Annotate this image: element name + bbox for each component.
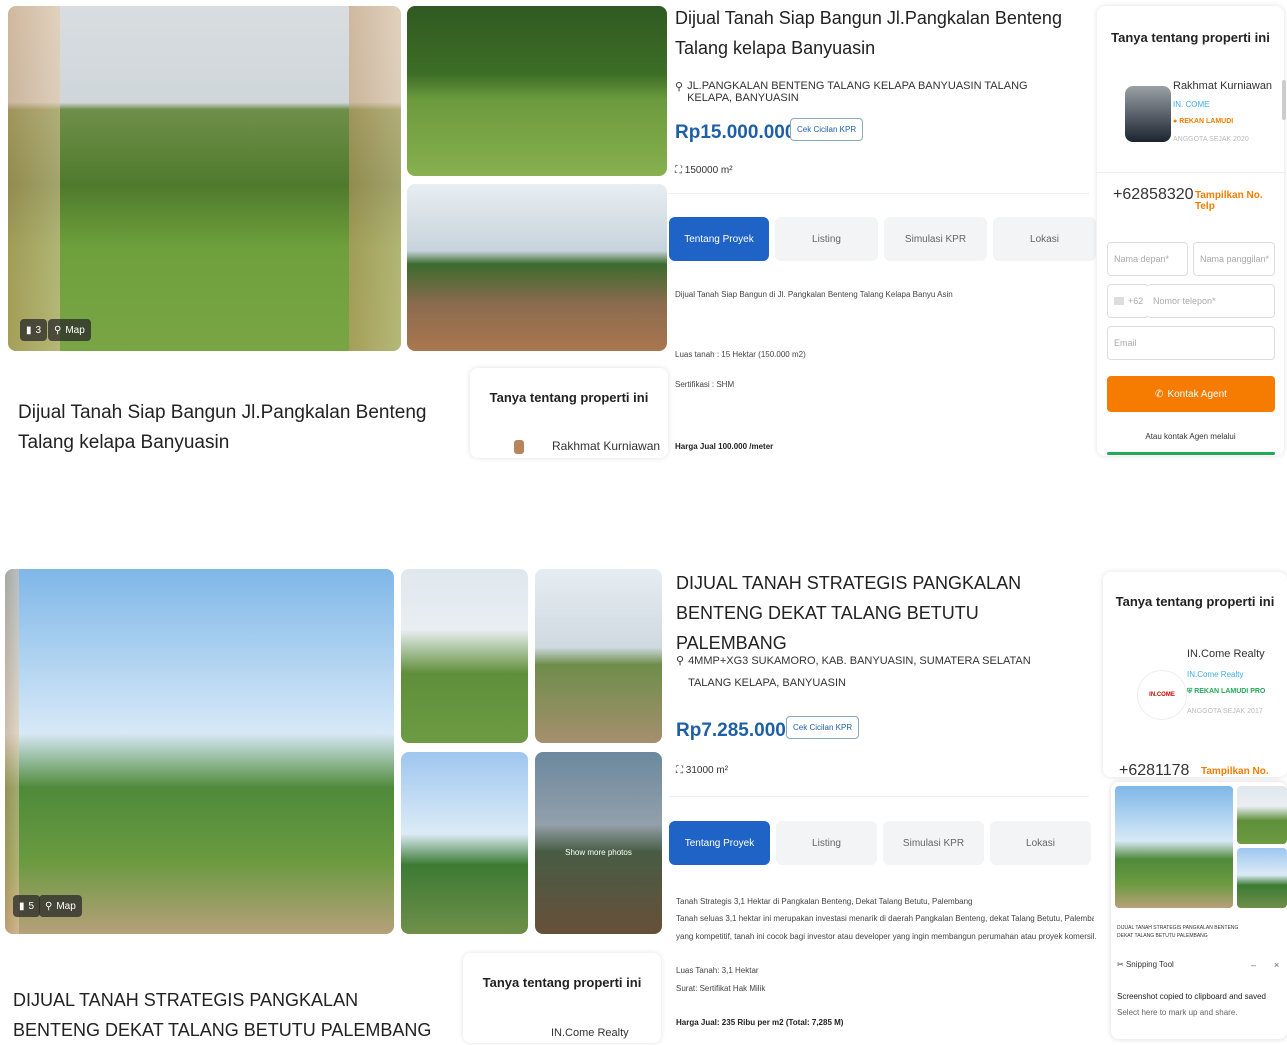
tab-simulasi-kpr[interactable]: Simulasi KPR: [883, 821, 984, 865]
agency-name: IN. COME: [1173, 100, 1210, 109]
contact-card-left: Tanya tentang properti ini IN.Come Realt…: [463, 953, 661, 1043]
area: ⛶ 31000 m²: [676, 765, 729, 776]
listing-title-left: Dijual Tanah Siap Bangun Jl.Pangkalan Be…: [18, 402, 427, 453]
tab-listing[interactable]: Listing: [776, 821, 877, 865]
description-line: Luas Tanah: 3,1 Hektar: [676, 966, 759, 975]
country-code-select[interactable]: +62: [1107, 284, 1149, 318]
price-note: Harga Jual: 235 Ribu per m2 (Total: 7,28…: [676, 1018, 844, 1027]
location: ⚲ JL.PANGKALAN BENTENG TALANG KELAPA BANY…: [675, 80, 1028, 104]
tab-listing[interactable]: Listing: [775, 217, 878, 261]
phone-input[interactable]: Nomor telepon*: [1147, 284, 1275, 318]
description-line: Dijual Tanah Siap Bangun di Jl. Pangkala…: [675, 290, 953, 299]
agent-avatar: [1125, 86, 1171, 142]
snip-preview: [1237, 848, 1287, 908]
snip-message: Select here to mark up and share.: [1117, 1008, 1238, 1017]
whatsapp-button[interactable]: [1107, 452, 1275, 455]
partner-badge: ● REKAN LAMUDI: [1173, 118, 1234, 125]
map-badge[interactable]: ⚲ Map: [39, 895, 82, 917]
area-icon: ⛶: [675, 165, 682, 176]
scrollbar-thumb[interactable]: [1282, 80, 1286, 120]
member-since: ANGGOTA SEJAK 2017: [1187, 708, 1263, 715]
image-icon: ▮: [19, 900, 25, 912]
area: ⛶ 150000 m²: [675, 165, 733, 176]
contact-card-left: Tanya tentang properti ini Rakhmat Kurni…: [470, 368, 668, 458]
description-line: Tanah Strategis 3,1 Hektar di Pangkalan …: [676, 897, 973, 906]
description-line: Surat: Sertifikat Hak Milik: [676, 984, 766, 993]
tab-tentang-proyek[interactable]: Tentang Proyek: [669, 821, 770, 865]
member-since: ANGGOTA SEJAK 2020: [1173, 136, 1249, 143]
contact-card: Tanya tentang properti ini IN.COME IN.Co…: [1103, 572, 1287, 777]
snip-preview: [1115, 786, 1233, 908]
snip-message: Screenshot copied to clipboard and saved: [1117, 992, 1266, 1001]
tab-lokasi[interactable]: Lokasi: [990, 821, 1091, 865]
kpr-button[interactable]: Cek Cicilan KPR: [790, 118, 864, 141]
thumb-photo[interactable]: [401, 569, 528, 743]
pin-icon: ⚲: [54, 324, 62, 336]
listing-title: DIJUAL TANAH STRATEGIS PANGKALAN BENTENG…: [676, 573, 1022, 653]
email-input[interactable]: Email: [1107, 326, 1275, 360]
thumb-photo[interactable]: [535, 569, 662, 743]
photo-count-badge[interactable]: ▮ 3: [20, 319, 48, 341]
thumb-photo[interactable]: [407, 184, 667, 351]
price-note: Harga Jual 100.000 /meter: [675, 442, 774, 451]
alt-contact-label: Atau kontak Agen melalui: [1145, 432, 1236, 441]
agency-name: IN.Come Realty: [1187, 670, 1244, 679]
thumb-photo[interactable]: [407, 6, 667, 176]
description-line: yang kompetitif, tanah ini cocok bagi in…: [676, 932, 1097, 941]
partner-badge: ⛨ REKAN LAMUDI PRO: [1187, 688, 1266, 695]
kpr-button[interactable]: Cek Cicilan KPR: [786, 716, 860, 739]
snip-caption: DIJUAL TANAH STRATEGIS PANGKALAN BENTENG…: [1117, 925, 1239, 939]
location: ⚲ 4MMP+XG3 SUKAMORO, KAB. BANYUASIN, SUMA…: [676, 650, 1056, 694]
agency-logo: IN.COME: [1137, 670, 1187, 720]
agent-name[interactable]: IN.Come Realty: [1187, 648, 1265, 660]
phone-icon: ✆: [1155, 388, 1164, 400]
pin-icon: ⚲: [676, 655, 685, 667]
contact-agent-button[interactable]: ✆ Kontak Agent: [1107, 376, 1275, 412]
description-line: Luas tanah : 15 Hektar (150.000 m2): [675, 350, 806, 359]
tab-simulasi-kpr[interactable]: Simulasi KPR: [884, 217, 987, 261]
contact-card: Tanya tentang properti ini Rakhmat Kurni…: [1097, 6, 1284, 456]
badge-icon: ●: [1173, 118, 1178, 125]
image-icon: ▮: [26, 324, 32, 336]
map-badge[interactable]: ⚲ Map: [48, 319, 91, 341]
tab-lokasi[interactable]: Lokasi: [993, 217, 1096, 261]
photo-count-badge[interactable]: ▮ 5: [13, 895, 41, 917]
description-line: Sertifikasi : SHM: [675, 380, 735, 389]
pin-icon: ⚲: [45, 900, 53, 912]
close-icon[interactable]: ×: [1274, 960, 1279, 970]
thumb-photo[interactable]: [401, 752, 528, 934]
show-phone-button[interactable]: Tampilkan No. Telp: [1201, 766, 1287, 777]
show-phone-button[interactable]: Tampilkan No. Telp: [1195, 190, 1284, 212]
tab-tentang-proyek[interactable]: Tentang Proyek: [669, 217, 769, 261]
avatar: [514, 440, 524, 454]
show-more-photos[interactable]: Show more photos: [535, 752, 662, 934]
last-name-input[interactable]: Nama panggilan*: [1193, 242, 1275, 276]
area-icon: ⛶: [676, 765, 683, 776]
main-photo[interactable]: ▮ 3 ⚲ Map: [8, 6, 401, 351]
listing-title: Dijual Tanah Siap Bangun Jl.Pangkalan Be…: [675, 8, 1062, 58]
phone-partial: +6281178: [1119, 762, 1190, 777]
flag-icon: [1114, 297, 1124, 305]
description-line: Tanah seluas 3,1 hektar ini merupakan in…: [676, 914, 1094, 923]
scissors-icon: ✂: [1117, 960, 1124, 969]
listing-title-left: DIJUAL TANAH STRATEGIS PANGKALAN BENTENG…: [13, 990, 432, 1040]
divider: [669, 193, 1089, 194]
snip-tool-title: ✂ Snipping Tool: [1117, 960, 1174, 969]
phone-partial: +62858320: [1113, 186, 1194, 203]
divider: [1097, 172, 1284, 173]
first-name-input[interactable]: Nama depan*: [1107, 242, 1188, 276]
snip-preview: [1237, 786, 1287, 844]
agent-name[interactable]: Rakhmat Kurniawan: [1173, 80, 1272, 92]
show-more-label: Show more photos: [565, 848, 632, 857]
tabs: Tentang Proyek Listing Simulasi KPR Loka…: [669, 821, 1091, 865]
snipping-tool-notification[interactable]: DIJUAL TANAH STRATEGIS PANGKALAN BENTENG…: [1111, 782, 1287, 1039]
minimize-icon[interactable]: –: [1251, 960, 1256, 970]
divider: [669, 796, 1089, 797]
pin-icon: ⚲: [675, 81, 684, 93]
main-photo[interactable]: ▮ 5 ⚲ Map: [5, 569, 394, 934]
shield-icon: ⛨: [1187, 688, 1193, 695]
tabs: Tentang Proyek Listing Simulasi KPR Loka…: [669, 217, 1096, 261]
